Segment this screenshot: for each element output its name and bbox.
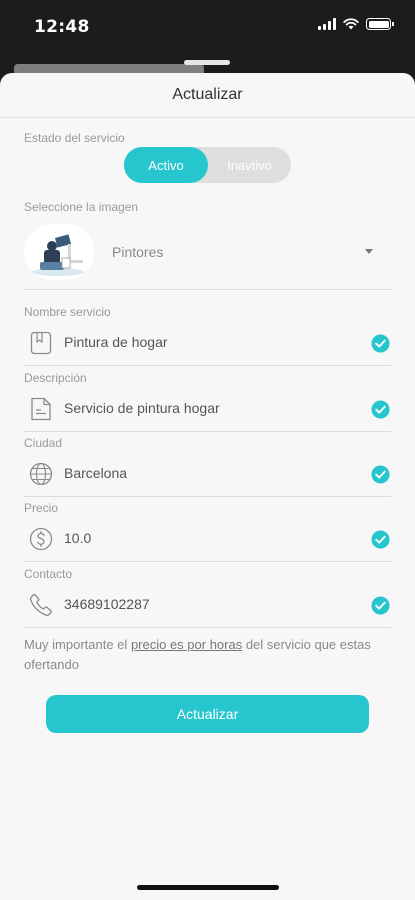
- image-select-label: Seleccione la imagen: [24, 200, 139, 214]
- signal-icon: [318, 18, 336, 30]
- chevron-down-icon: [365, 249, 373, 254]
- update-button[interactable]: Actualizar: [46, 695, 369, 733]
- city-field[interactable]: Ciudad Barcelona: [24, 436, 391, 498]
- field-value[interactable]: Barcelona: [64, 465, 127, 481]
- contact-field[interactable]: Contacto 34689102287: [24, 567, 391, 629]
- field-divider: [24, 496, 391, 497]
- field-divider: [24, 561, 391, 562]
- toggle-option-inactive[interactable]: Inavtivo: [208, 147, 291, 183]
- status-bar: 12:48: [0, 0, 415, 60]
- field-divider: [24, 431, 391, 432]
- field-label: Descripción: [24, 371, 87, 385]
- image-dropdown[interactable]: Pintores: [24, 220, 391, 290]
- image-dropdown-value: Pintores: [112, 244, 164, 260]
- service-status-toggle[interactable]: Activo Inavtivo: [124, 147, 291, 183]
- check-circle-icon: [371, 596, 390, 615]
- book-icon: [30, 331, 52, 355]
- field-value[interactable]: 10.0: [64, 530, 91, 546]
- description-field[interactable]: Descripción Servicio de pintura hogar: [24, 371, 391, 433]
- toggle-option-active[interactable]: Activo: [124, 147, 208, 183]
- field-label: Precio: [24, 501, 59, 515]
- field-value[interactable]: 34689102287: [64, 596, 150, 612]
- field-value[interactable]: Pintura de hogar: [64, 334, 168, 350]
- status-icons: [318, 18, 394, 30]
- check-circle-icon: [371, 334, 390, 353]
- field-label: Ciudad: [24, 436, 63, 450]
- field-divider: [24, 365, 391, 366]
- check-circle-icon: [371, 400, 390, 419]
- image-divider: [24, 289, 391, 290]
- field-divider: [24, 627, 391, 628]
- status-time: 12:48: [34, 17, 90, 37]
- wifi-icon: [343, 18, 359, 30]
- field-value[interactable]: Servicio de pintura hogar: [64, 400, 220, 416]
- note-link[interactable]: precio es por horas: [131, 637, 242, 652]
- home-indicator[interactable]: [137, 885, 279, 890]
- painter-illustration: [24, 224, 94, 280]
- update-sheet: Actualizar Estado del servicio Activo In…: [0, 73, 415, 900]
- sheet-title: Actualizar: [172, 86, 243, 103]
- dollar-icon: [29, 527, 53, 551]
- phone-icon: [29, 593, 52, 616]
- sheet-grabber[interactable]: [184, 60, 230, 65]
- service-status-label: Estado del servicio: [24, 131, 125, 145]
- field-label: Nombre servicio: [24, 305, 111, 319]
- check-circle-icon: [371, 465, 390, 484]
- check-circle-icon: [371, 530, 390, 549]
- globe-icon: [29, 462, 53, 486]
- document-icon: [31, 397, 51, 421]
- field-label: Contacto: [24, 567, 73, 581]
- title-divider: [0, 117, 415, 118]
- service-name-field[interactable]: Nombre servicio Pintura de hogar: [24, 305, 391, 367]
- battery-icon: [366, 18, 394, 30]
- price-field[interactable]: Precio 10.0: [24, 501, 391, 563]
- price-note: Muy importante el precio es por horas de…: [24, 635, 394, 675]
- note-prefix: Muy importante el: [24, 637, 131, 652]
